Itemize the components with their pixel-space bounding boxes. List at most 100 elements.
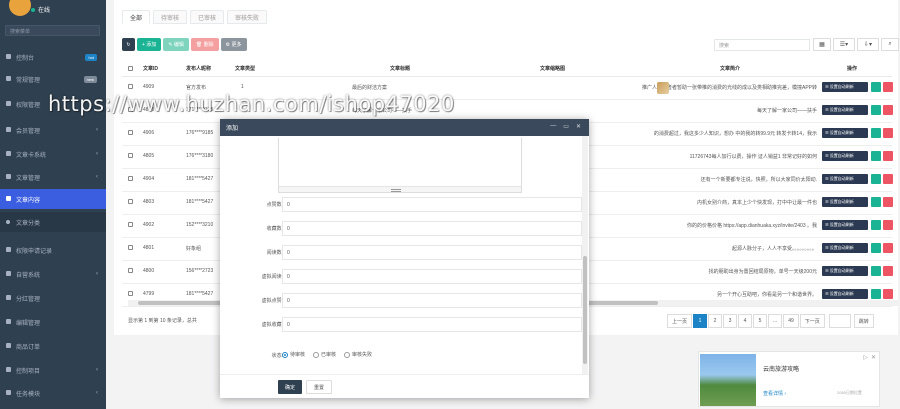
- page-button[interactable]: 5: [753, 314, 768, 328]
- auto-refresh-button[interactable]: ☰ 设置自动刷新: [822, 82, 868, 92]
- row-edit-icon[interactable]: [871, 197, 881, 207]
- row-delete-icon[interactable]: [883, 174, 893, 184]
- row-delete-icon[interactable]: [883, 105, 893, 115]
- row-checkbox[interactable]: [128, 84, 133, 91]
- col-type[interactable]: 文章类型: [235, 65, 255, 72]
- auto-refresh-button[interactable]: ☰ 设置自动刷新: [822, 243, 868, 253]
- number-input[interactable]: 0: [282, 197, 582, 212]
- close-icon[interactable]: ✕: [576, 123, 581, 130]
- row-edit-icon[interactable]: [871, 82, 881, 92]
- sidebar-item[interactable]: 常规管理 new: [0, 69, 106, 89]
- page-button[interactable]: 3: [723, 314, 738, 328]
- toggle-view-button[interactable]: ▦: [813, 38, 831, 51]
- sidebar-item[interactable]: 文章管理 ‹: [0, 167, 106, 187]
- editor-resize-handle[interactable]: [279, 186, 521, 192]
- ad-details-link[interactable]: 查看详情 ›: [763, 390, 786, 397]
- minimize-icon[interactable]: —: [550, 123, 556, 130]
- more-button[interactable]: ⚙ 更多: [220, 38, 247, 51]
- page-button[interactable]: 1: [693, 314, 708, 328]
- article-thumbnail[interactable]: [657, 82, 669, 94]
- sidebar-item[interactable]: 文章分类: [0, 212, 106, 232]
- refresh-button[interactable]: ↻: [122, 38, 135, 51]
- auto-refresh-button[interactable]: ☰ 设置自动刷新: [822, 197, 868, 207]
- avatar[interactable]: [9, 0, 31, 16]
- select-all-checkbox[interactable]: [128, 66, 133, 73]
- row-checkbox[interactable]: [128, 245, 133, 252]
- row-edit-icon[interactable]: [871, 266, 881, 276]
- sidebar-item[interactable]: 分红管理: [0, 288, 106, 308]
- row-edit-icon[interactable]: [871, 289, 881, 299]
- row-checkbox[interactable]: [128, 268, 133, 275]
- col-nickname[interactable]: 发布人昵称: [186, 65, 211, 72]
- row-checkbox[interactable]: [128, 291, 133, 298]
- sidebar-item[interactable]: 控制项目 ‹: [0, 360, 106, 380]
- sidebar-item[interactable]: 任务模块 ‹: [0, 383, 106, 403]
- tab-all[interactable]: 全部: [122, 10, 151, 24]
- row-delete-icon[interactable]: [883, 266, 893, 276]
- ad-image[interactable]: [700, 354, 756, 406]
- sidebar-item[interactable]: 编辑管理: [0, 312, 106, 332]
- sidebar-item[interactable]: 文章内容: [0, 189, 106, 209]
- page-jump-button[interactable]: 跳转: [853, 314, 874, 328]
- auto-refresh-button[interactable]: ☰ 设置自动刷新: [822, 128, 868, 138]
- reset-button[interactable]: 重置: [306, 380, 333, 394]
- row-delete-icon[interactable]: [883, 128, 893, 138]
- col-article-id[interactable]: 文章ID: [143, 65, 158, 72]
- row-edit-icon[interactable]: [871, 151, 881, 161]
- ad-info-icon[interactable]: ▷: [863, 354, 868, 361]
- sidebar-item[interactable]: 控制台 hot: [0, 47, 106, 67]
- dialog-vertical-scrollbar[interactable]: [582, 136, 588, 374]
- auto-refresh-button[interactable]: ☰ 设置自动刷新: [822, 105, 868, 115]
- auto-refresh-button[interactable]: ☰ 设置自动刷新: [822, 174, 868, 184]
- next-page-button[interactable]: 下一页: [799, 314, 825, 328]
- row-delete-icon[interactable]: [883, 243, 893, 253]
- auto-refresh-button[interactable]: ☰ 设置自动刷新: [822, 289, 868, 299]
- status-radio-pending[interactable]: 待审核: [282, 351, 305, 358]
- status-radio-approved[interactable]: 已审核: [313, 351, 336, 358]
- add-button[interactable]: + 添加: [137, 38, 162, 51]
- sidebar-item[interactable]: 权限申请记录: [0, 240, 106, 260]
- search-toggle-button[interactable]: ⌕: [881, 38, 899, 51]
- row-delete-icon[interactable]: [883, 151, 893, 161]
- row-edit-icon[interactable]: [871, 128, 881, 138]
- tab-pending[interactable]: 待审核: [153, 10, 188, 24]
- ad-title[interactable]: 云南旅游攻略: [763, 364, 799, 373]
- col-thumb[interactable]: 文章缩略图: [540, 65, 565, 72]
- row-delete-icon[interactable]: [883, 197, 893, 207]
- row-edit-icon[interactable]: [871, 174, 881, 184]
- row-checkbox[interactable]: [128, 153, 133, 160]
- col-summary[interactable]: 文章简介: [720, 65, 740, 72]
- row-edit-icon[interactable]: [871, 105, 881, 115]
- number-input[interactable]: 0: [282, 245, 582, 260]
- status-radio-rejected[interactable]: 审核失败: [344, 351, 372, 358]
- maximize-icon[interactable]: ▭: [563, 123, 569, 130]
- row-checkbox[interactable]: [128, 222, 133, 229]
- edit-button[interactable]: ✎ 编辑: [163, 38, 189, 51]
- sidebar-item[interactable]: 文章卡系统 ‹: [0, 144, 106, 164]
- row-checkbox[interactable]: [128, 199, 133, 206]
- number-input[interactable]: 0: [282, 317, 582, 332]
- row-edit-icon[interactable]: [871, 243, 881, 253]
- auto-refresh-button[interactable]: ☰ 设置自动刷新: [822, 266, 868, 276]
- page-button[interactable]: 49: [783, 314, 799, 328]
- row-checkbox[interactable]: [128, 130, 133, 137]
- page-button[interactable]: 2: [708, 314, 723, 328]
- ad-card[interactable]: 云南旅游攻略 查看详情 › 2065日期位置 ▷ ✕: [698, 351, 880, 407]
- tab-approved[interactable]: 已审核: [190, 10, 225, 24]
- scroll-thumb[interactable]: [583, 256, 587, 364]
- page-jump-input[interactable]: [828, 314, 851, 328]
- number-input[interactable]: 0: [282, 269, 582, 284]
- sidebar-item[interactable]: 会员管理 ‹: [0, 120, 106, 140]
- sidebar-item[interactable]: 商品订单: [0, 336, 106, 356]
- row-delete-icon[interactable]: [883, 289, 893, 299]
- auto-refresh-button[interactable]: ☰ 设置自动刷新: [822, 151, 868, 161]
- table-search-input[interactable]: 搜索: [714, 39, 810, 51]
- page-button[interactable]: 4: [738, 314, 753, 328]
- confirm-button[interactable]: 确定: [278, 380, 303, 394]
- number-input[interactable]: 0: [282, 293, 582, 308]
- export-button[interactable]: ⇩▾: [857, 38, 879, 51]
- row-checkbox[interactable]: [128, 176, 133, 183]
- auto-refresh-button[interactable]: ☰ 设置自动刷新: [822, 220, 868, 230]
- number-input[interactable]: 0: [282, 221, 582, 236]
- row-edit-icon[interactable]: [871, 220, 881, 230]
